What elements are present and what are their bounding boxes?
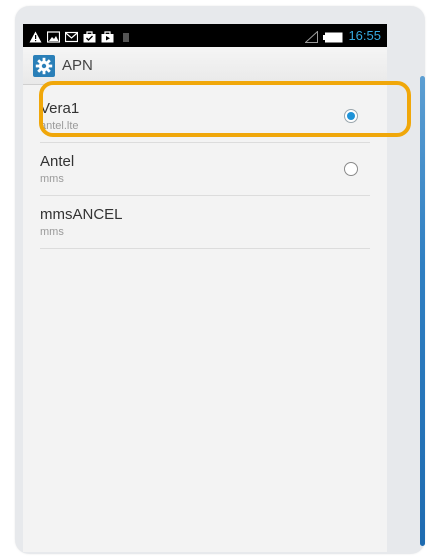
play-store-icon: [101, 30, 114, 42]
signal-icon: [304, 29, 319, 43]
status-time: 16:55: [348, 28, 381, 43]
mail-icon: [64, 30, 79, 42]
apn-name: Vera1: [40, 100, 80, 117]
apn-type: mms: [40, 226, 64, 238]
apn-name: Antel: [40, 153, 75, 170]
apn-type: mms: [40, 173, 64, 185]
page-title: APN: [62, 57, 93, 74]
settings-icon[interactable]: [33, 54, 55, 77]
apn-item-mmsancel[interactable]: mmsANCEL mms: [40, 196, 370, 249]
notification-icons: [29, 30, 132, 43]
phone-edge: [420, 76, 425, 546]
phone-screen: 16:55 APN Vera1 antel.lte Antel mms mmsA…: [23, 24, 387, 552]
apn-item-vera1[interactable]: Vera1 antel.lte: [40, 90, 370, 143]
battery-icon: [323, 30, 343, 43]
page: 16:55 APN Vera1 antel.lte Antel mms mmsA…: [0, 0, 431, 559]
apn-list: Vera1 antel.lte Antel mms mmsANCEL mms: [23, 90, 387, 249]
apn-item-antel[interactable]: Antel mms: [40, 143, 370, 196]
radio-unselected-icon[interactable]: [344, 162, 358, 176]
apn-type: antel.lte: [40, 120, 79, 132]
sim-icon: [119, 30, 132, 42]
image-icon: [46, 30, 61, 43]
status-bar: 16:55: [23, 24, 387, 47]
action-bar: APN: [23, 47, 387, 85]
warning-icon: [29, 30, 42, 42]
bag-check-icon: [83, 30, 96, 42]
radio-selected-icon[interactable]: [344, 109, 358, 123]
apn-name: mmsANCEL: [40, 206, 123, 223]
system-status: 16:55: [304, 24, 381, 47]
